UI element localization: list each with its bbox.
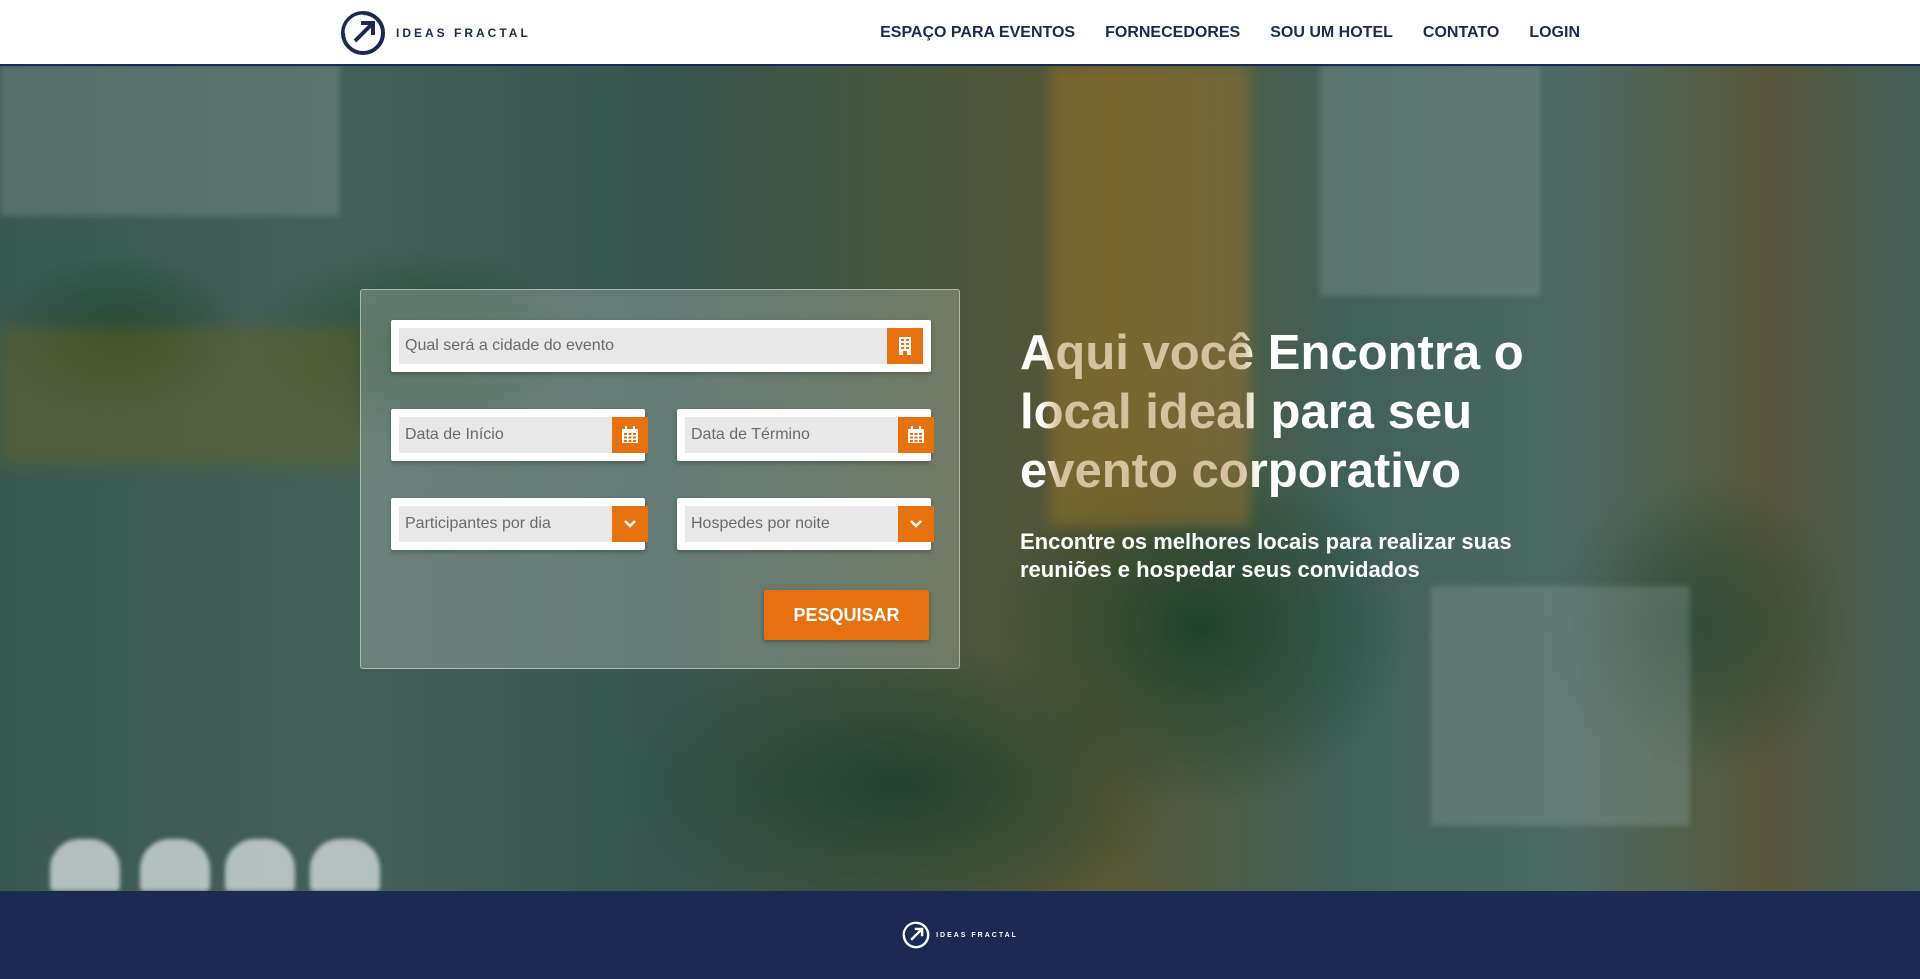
- chevron-down-icon: [624, 520, 636, 528]
- search-form: PESQUISAR: [360, 289, 960, 669]
- hero-section: PESQUISAR Aqui você Encontra o local ide…: [0, 66, 1920, 891]
- start-date-field: [391, 409, 648, 461]
- nav-espaco-para-eventos[interactable]: ESPAÇO PARA EVENTOS: [880, 24, 1075, 42]
- guests-select[interactable]: [685, 506, 898, 542]
- city-input[interactable]: [399, 328, 887, 364]
- guests-dropdown-button[interactable]: [898, 506, 934, 542]
- guests-field: [677, 498, 934, 550]
- background-chair: [50, 839, 120, 891]
- end-date-input[interactable]: [685, 417, 898, 453]
- nav-login[interactable]: LOGIN: [1529, 24, 1580, 42]
- calendar-icon: [622, 426, 638, 443]
- participants-field: [391, 498, 648, 550]
- hero-title: Aqui você Encontra o local ideal para se…: [1020, 326, 1524, 498]
- end-date-field: [677, 409, 934, 461]
- end-date-button[interactable]: [898, 417, 934, 453]
- participants-inner: [399, 506, 648, 542]
- nav-fornecedores[interactable]: FORNECEDORES: [1105, 24, 1240, 42]
- background-chair: [140, 839, 210, 891]
- footer-logo-text: IDEAS FRACTAL: [936, 931, 1018, 939]
- logo-text: IDEAS FRACTAL: [396, 26, 531, 40]
- guests-inner: [685, 506, 934, 542]
- background-chair: [310, 839, 380, 891]
- search-button[interactable]: PESQUISAR: [764, 590, 929, 640]
- nav-sou-um-hotel[interactable]: SOU UM HOTEL: [1270, 24, 1393, 42]
- start-date-input[interactable]: [399, 417, 612, 453]
- participants-select[interactable]: [399, 506, 612, 542]
- city-field-inner: [399, 328, 923, 364]
- start-date-inner: [399, 417, 648, 453]
- header-logo[interactable]: IDEAS FRACTAL: [340, 10, 531, 56]
- nav-contato[interactable]: CONTATO: [1423, 24, 1499, 42]
- logo-arrow-circle-icon: [341, 11, 385, 55]
- participants-dropdown-button[interactable]: [612, 506, 648, 542]
- logo-arrow-circle-icon: [902, 921, 930, 949]
- calendar-icon: [908, 426, 924, 443]
- background-chair: [225, 839, 295, 891]
- end-date-inner: [685, 417, 934, 453]
- building-icon: [899, 337, 911, 355]
- start-date-button[interactable]: [612, 417, 648, 453]
- site-header: IDEAS FRACTAL ESPAÇO PARA EVENTOS FORNEC…: [0, 0, 1920, 66]
- hero-subtitle: Encontre os melhores locais para realiza…: [1020, 529, 1512, 582]
- site-footer: IDEAS FRACTAL: [0, 891, 1920, 979]
- footer-logo[interactable]: IDEAS FRACTAL: [902, 921, 1018, 949]
- main-nav: ESPAÇO PARA EVENTOS FORNECEDORES SOU UM …: [880, 0, 1580, 66]
- chevron-down-icon: [910, 520, 922, 528]
- hero-overlay: [0, 66, 1920, 891]
- city-field: [391, 320, 931, 372]
- city-button[interactable]: [887, 328, 923, 364]
